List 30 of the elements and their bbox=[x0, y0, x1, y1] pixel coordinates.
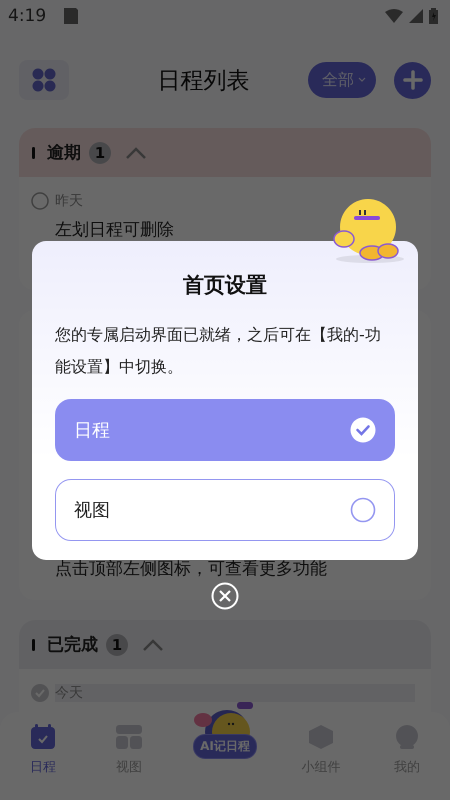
dialog-title: 首页设置 bbox=[182, 272, 268, 299]
collapse-caret-icon[interactable] bbox=[125, 146, 147, 158]
schedule-title: 左划日程可删除 bbox=[55, 219, 175, 241]
menu-button[interactable] bbox=[19, 60, 69, 100]
battery-icon bbox=[429, 8, 438, 24]
schedule-title: 点击顶部左侧图标，可查看更多功能 bbox=[55, 558, 328, 580]
four-dots-icon bbox=[32, 68, 56, 92]
dialog-message: 您的专属启动界面已就绪，之后可在【我的-功能设置】中切换。 bbox=[55, 324, 382, 378]
nav-tab[interactable]: 日程 bbox=[13, 724, 73, 776]
plus-icon bbox=[402, 70, 422, 90]
radio-circle-icon bbox=[350, 497, 376, 523]
option-card[interactable]: 日程 bbox=[55, 399, 395, 461]
option-card[interactable]: 视图 bbox=[55, 479, 395, 541]
chevron-down-icon bbox=[358, 77, 366, 83]
wifi-icon bbox=[385, 9, 403, 23]
sd-card-icon bbox=[64, 8, 78, 24]
section-title: 已完成 bbox=[47, 634, 98, 656]
close-button[interactable] bbox=[211, 582, 239, 610]
collapse-caret-icon[interactable] bbox=[142, 638, 164, 650]
count-badge: 1 bbox=[89, 142, 111, 164]
status-time: 4:19 bbox=[8, 6, 46, 26]
calendar-icon bbox=[30, 724, 56, 750]
radio-circle-icon[interactable] bbox=[31, 192, 49, 210]
count-badge: 1 bbox=[106, 634, 128, 656]
page-title: 日程列表 bbox=[156, 66, 250, 96]
add-button[interactable] bbox=[394, 62, 431, 98]
check-circle-icon bbox=[350, 417, 376, 443]
section-title: 逾期 bbox=[47, 142, 81, 164]
signal-icon bbox=[409, 9, 423, 23]
ai-schedule-button[interactable]: AI记日程 bbox=[193, 734, 257, 759]
